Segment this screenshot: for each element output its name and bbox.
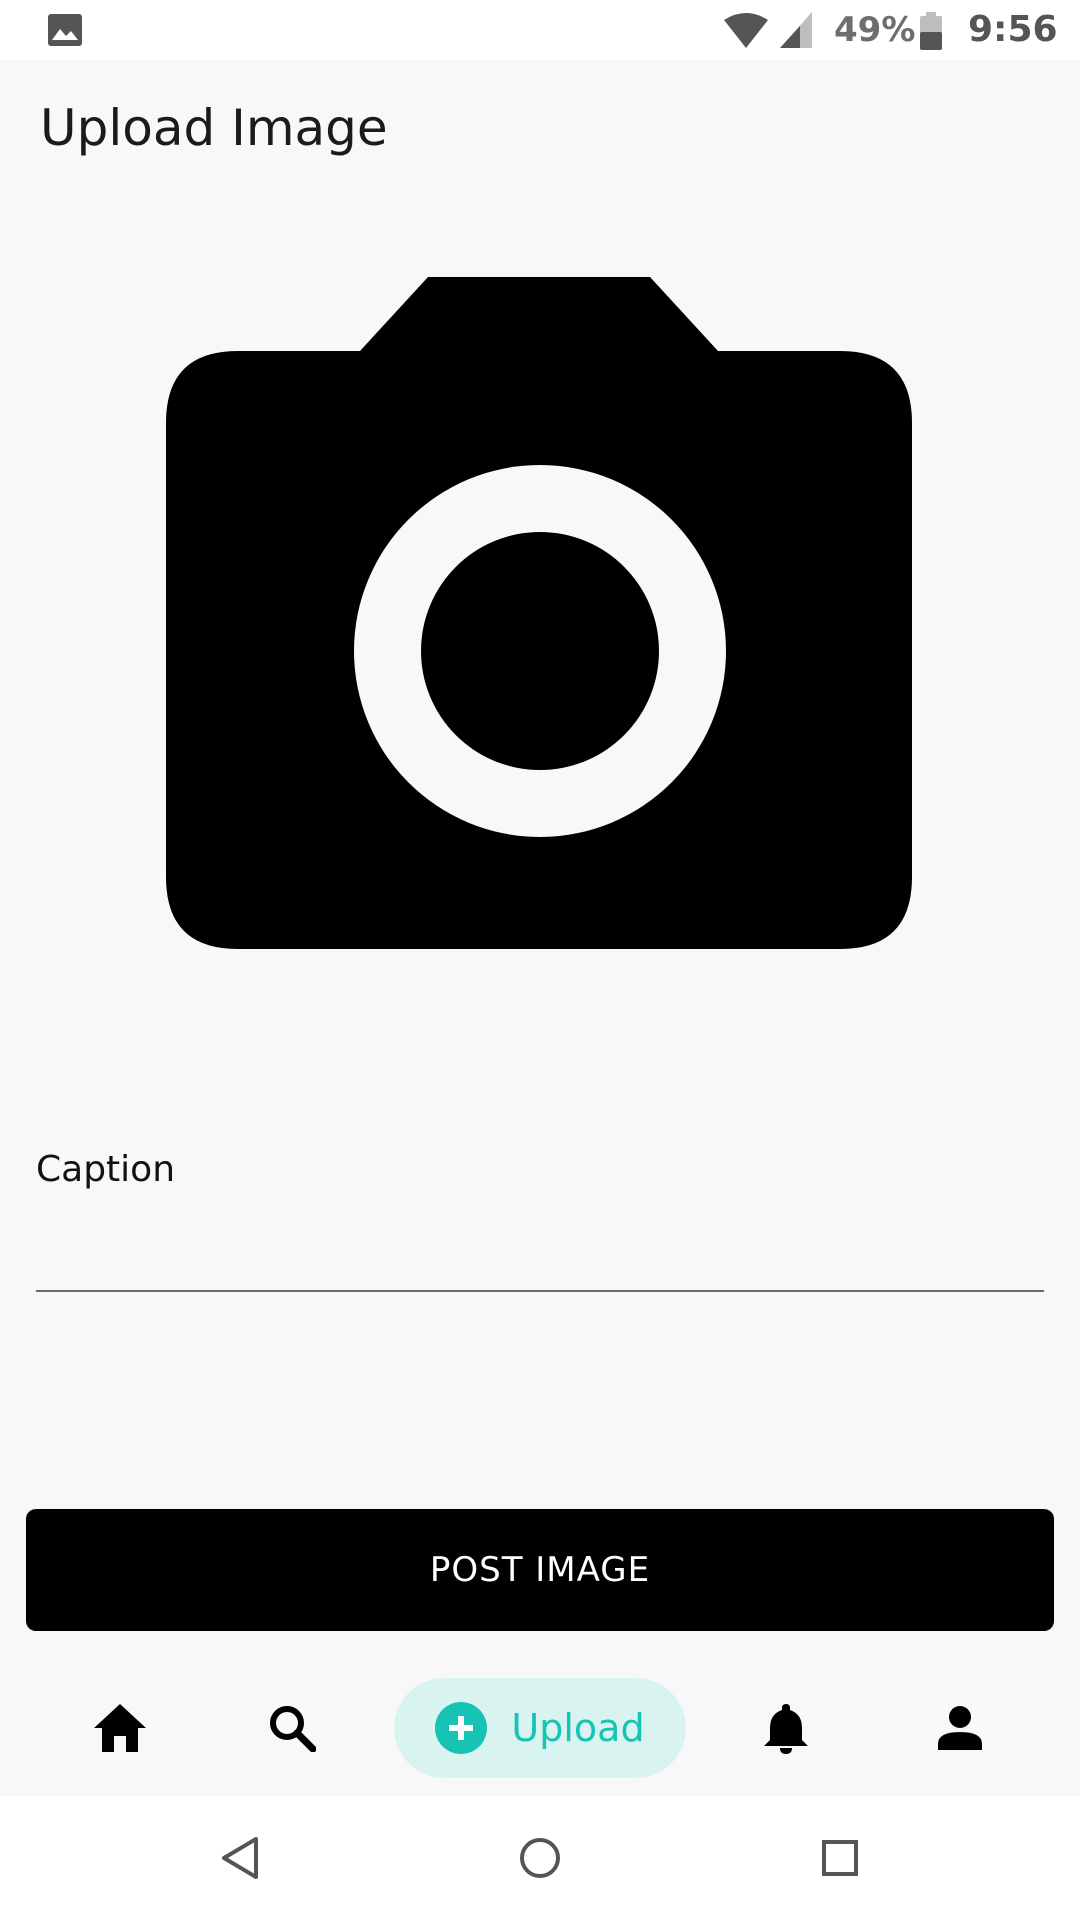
search-icon — [270, 1706, 316, 1752]
recents-icon — [822, 1840, 858, 1876]
recents-button[interactable] — [800, 1796, 880, 1920]
post-image-button[interactable]: POST IMAGE — [26, 1509, 1054, 1631]
gallery-icon — [48, 14, 82, 46]
page-title: Upload Image — [40, 99, 388, 157]
back-button[interactable] — [200, 1796, 280, 1920]
nav-notifications[interactable] — [746, 1660, 826, 1796]
plus-icon — [435, 1702, 488, 1754]
upload-screen: 49% 9:56 Upload Image Caption POST IMAGE — [0, 0, 1080, 1920]
caption-label: Caption — [36, 1149, 176, 1190]
camera-icon[interactable] — [166, 277, 912, 949]
person-icon — [938, 1706, 982, 1750]
battery-icon — [920, 12, 942, 50]
system-nav-bar — [0, 1796, 1080, 1920]
home-circle-icon — [520, 1838, 560, 1878]
bottom-nav: Upload — [0, 1660, 1080, 1796]
wifi-icon — [724, 13, 768, 48]
nav-upload-label: Upload — [511, 1706, 645, 1750]
caption-input[interactable] — [36, 1200, 1044, 1292]
nav-profile[interactable] — [920, 1660, 1000, 1796]
back-icon — [222, 1837, 258, 1879]
clock: 9:56 — [968, 9, 1058, 50]
battery-percent: 49% — [834, 10, 916, 50]
bell-icon — [764, 1704, 808, 1754]
signal-icon — [780, 12, 812, 48]
status-bar: 49% 9:56 — [0, 0, 1080, 60]
nav-upload[interactable]: Upload — [394, 1678, 686, 1778]
nav-search[interactable] — [252, 1660, 332, 1796]
nav-home[interactable] — [80, 1660, 160, 1796]
home-button[interactable] — [500, 1796, 580, 1920]
home-icon — [94, 1704, 146, 1752]
